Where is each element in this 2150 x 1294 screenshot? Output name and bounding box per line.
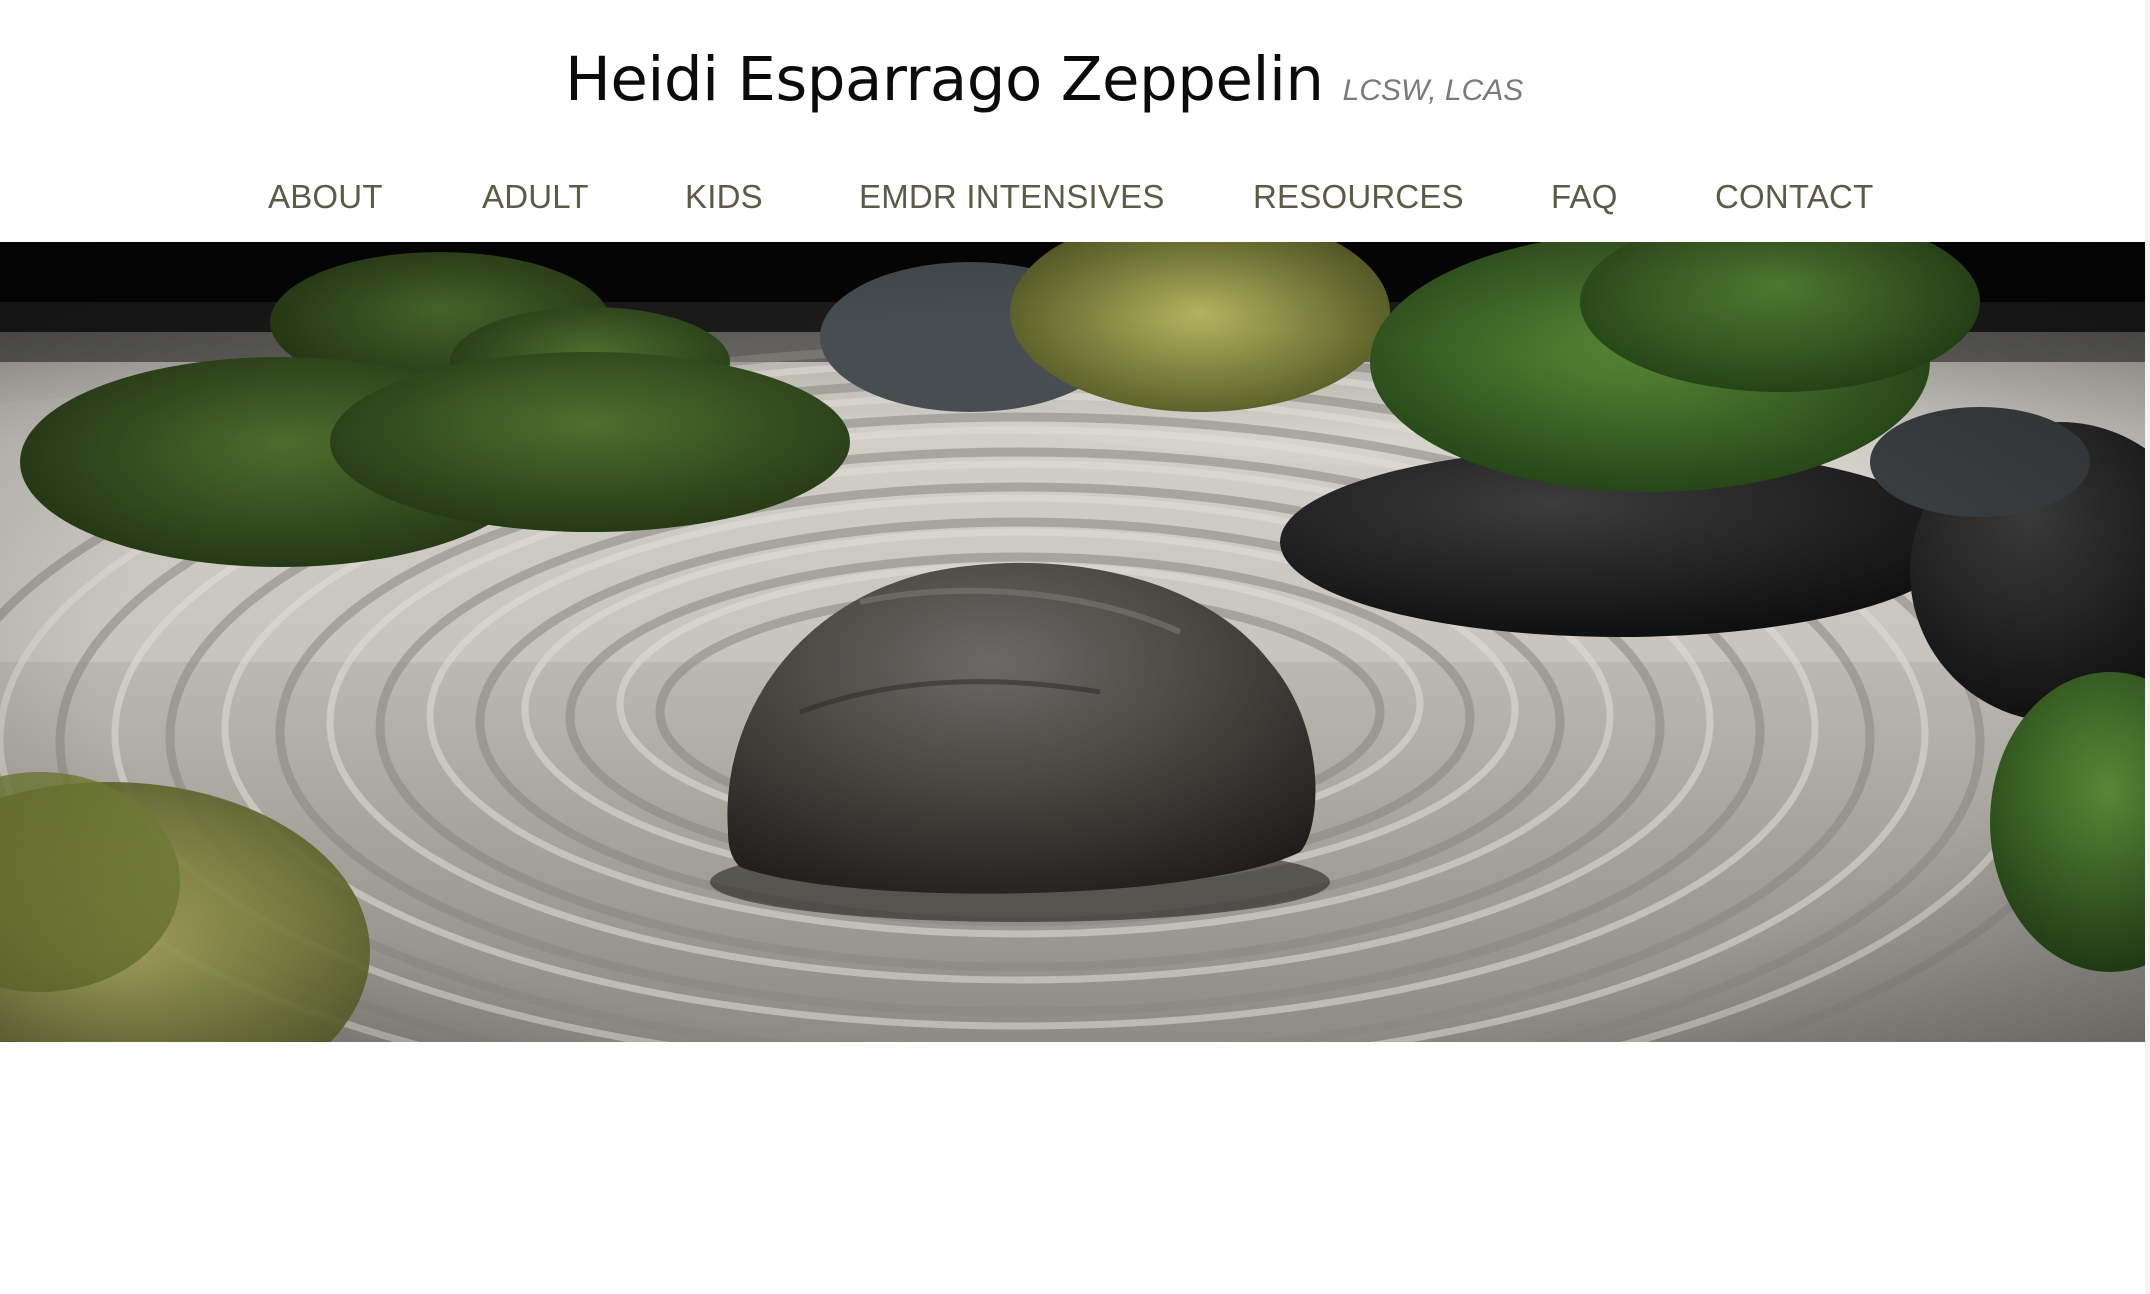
nav-item-kids[interactable]: KIDS [685, 178, 763, 216]
nav-item-resources[interactable]: RESOURCES [1253, 178, 1464, 216]
nav-item-faq[interactable]: FAQ [1551, 178, 1618, 216]
main-nav: ABOUT ADULT KIDS EMDR INTENSIVES RESOURC… [0, 178, 2145, 224]
page: Heidi Esparrago Zeppelin LCSW, LCAS ABOU… [0, 0, 2150, 1294]
nav-item-emdr-intensives[interactable]: EMDR INTENSIVES [859, 178, 1165, 216]
nav-item-adult[interactable]: ADULT [482, 178, 589, 216]
zen-garden-image [0, 242, 2145, 1042]
site-header: Heidi Esparrago Zeppelin LCSW, LCAS ABOU… [0, 0, 2145, 242]
nav-item-contact[interactable]: CONTACT [1715, 178, 1873, 216]
site-title-name: Heidi Esparrago Zeppelin [565, 44, 1324, 115]
nav-item-about[interactable]: ABOUT [268, 178, 383, 216]
scrollbar-edge [2145, 0, 2150, 1294]
hero-banner [0, 242, 2145, 1042]
site-title[interactable]: Heidi Esparrago Zeppelin LCSW, LCAS [565, 44, 1523, 115]
site-title-credentials: LCSW, LCAS [1342, 74, 1524, 107]
